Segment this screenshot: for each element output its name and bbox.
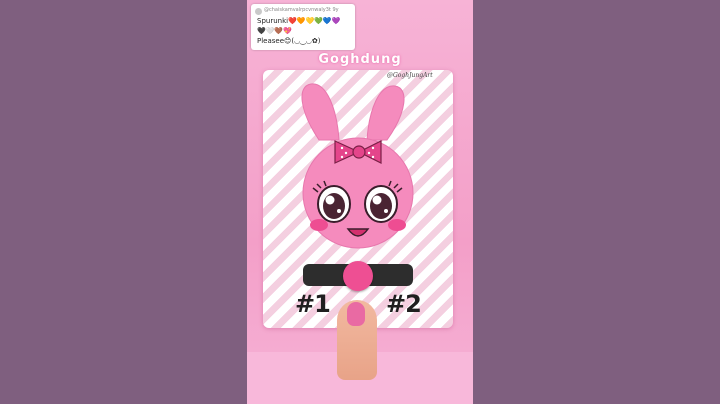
- bunny-character: [301, 83, 414, 249]
- right-ear: [366, 85, 405, 141]
- left-ear: [301, 83, 340, 141]
- left-cheek: [310, 219, 328, 231]
- fingernail: [347, 302, 365, 326]
- option-1-label[interactable]: #1: [295, 290, 331, 318]
- choice-slider-knob[interactable]: [343, 261, 373, 291]
- bow-knot: [352, 145, 366, 159]
- option-2-label[interactable]: #2: [386, 290, 422, 318]
- right-cheek: [388, 219, 406, 231]
- video-frame[interactable]: @chaiskamvalrpcvnwaly3t 9y Spurunki❤️🧡💛💚…: [247, 0, 473, 404]
